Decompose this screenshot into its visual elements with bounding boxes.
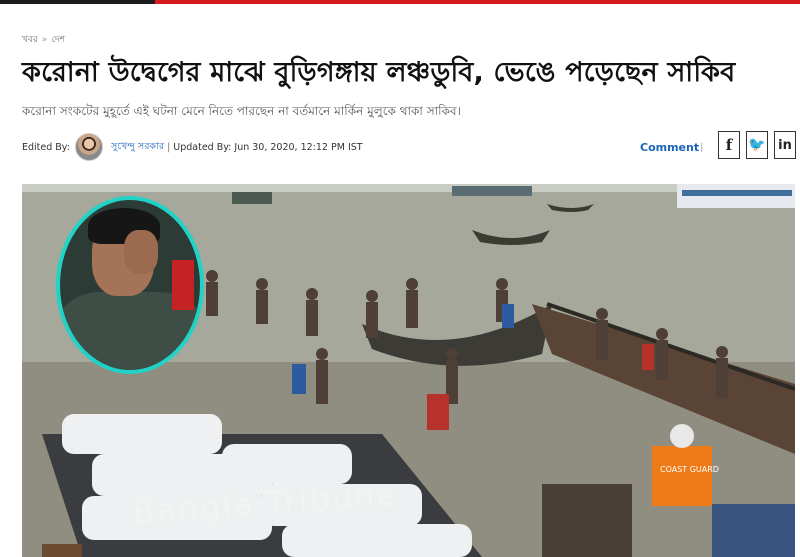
facebook-icon: f	[725, 136, 733, 154]
twitter-share-button[interactable]: 🐦	[746, 131, 768, 159]
actions-divider: |	[700, 142, 704, 153]
article-hero-image: COAST GUARD Bangla Tribune	[22, 184, 795, 557]
byline: Edited By: সুখেন্দু সরকার | Updated By: …	[22, 133, 363, 161]
editor-avatar	[74, 133, 103, 161]
twitter-icon: 🐦	[748, 137, 766, 153]
linkedin-share-button[interactable]: in	[774, 131, 796, 159]
breadcrumb-separator: »	[41, 34, 48, 45]
inset-red-stripe	[172, 260, 194, 310]
comment-link[interactable]: Comment	[640, 141, 699, 154]
editor-name-link[interactable]: সুখেন্দু সরকার	[111, 140, 164, 155]
top-bar-red-segment	[155, 0, 800, 4]
facebook-share-button[interactable]: f	[718, 131, 740, 159]
breadcrumb: খবর » দেশ	[22, 32, 65, 47]
article-headline: করোনা উদ্বেগের মাঝে বুড়িগঙ্গায় লঞ্চডুব…	[22, 57, 736, 88]
sakib-inset-portrait	[56, 196, 204, 374]
breadcrumb-item-news[interactable]: খবর	[22, 32, 38, 47]
coast-guard-vest-label: COAST GUARD	[660, 465, 719, 474]
top-brand-bar	[0, 0, 800, 4]
top-bar-dark-segment	[0, 0, 155, 4]
article-subtitle: করোনা সংকটের মুহূর্তে এই ঘটনা মেনে নিতে …	[22, 104, 461, 118]
inset-hand	[124, 230, 158, 274]
linkedin-icon: in	[778, 137, 792, 153]
breadcrumb-item-country[interactable]: দেশ	[51, 32, 65, 47]
updated-timestamp: Updated By: Jun 30, 2020, 12:12 PM IST	[173, 141, 363, 153]
byline-separator: |	[167, 141, 171, 153]
edited-by-label: Edited By:	[22, 141, 70, 153]
